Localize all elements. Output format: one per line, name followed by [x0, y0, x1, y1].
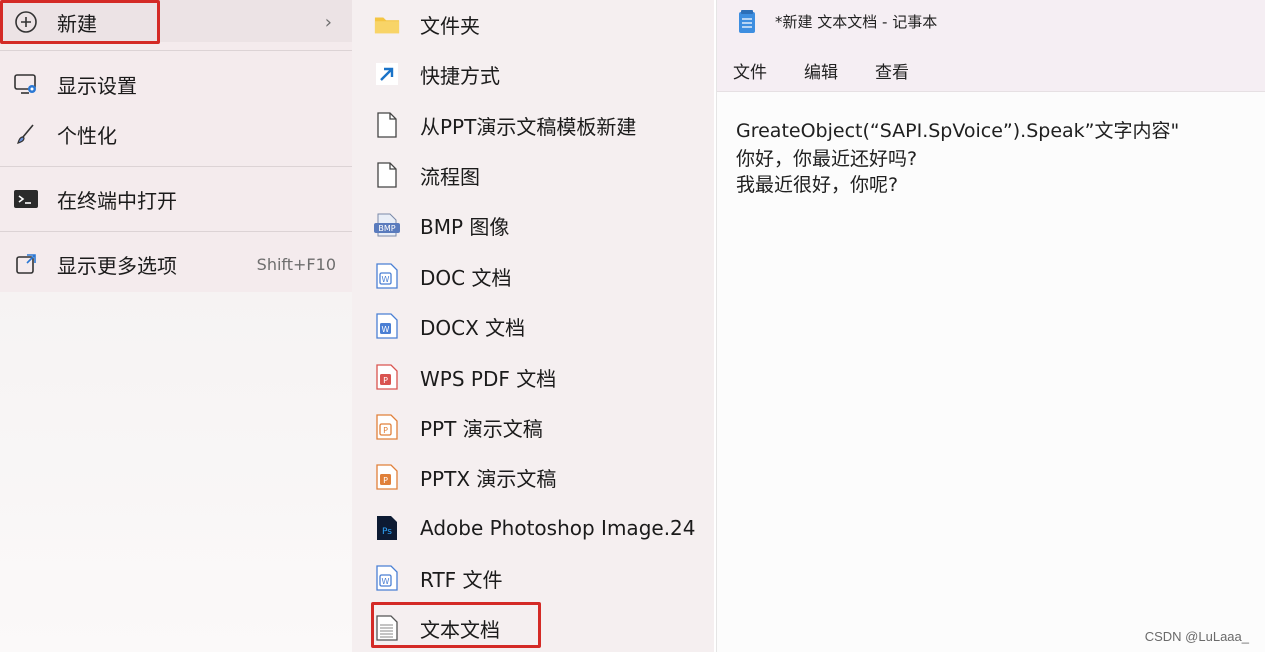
svg-text:W: W: [382, 275, 390, 284]
submenu-item-label: PPTX 演示文稿: [420, 466, 557, 491]
menu-item-display-settings[interactable]: 显示设置: [0, 62, 352, 106]
wps-pptx-icon: P: [374, 464, 400, 490]
wps-pdf-icon: P: [374, 364, 400, 390]
menu-bar: 文件 编辑 查看: [717, 44, 1265, 92]
submenu-item-label: DOCX 文档: [420, 315, 526, 340]
plus-circle-icon: [13, 9, 39, 35]
divider: [0, 166, 352, 167]
rtf-icon: W: [374, 565, 400, 591]
chevron-right-icon: ›: [324, 11, 332, 33]
submenu-item-label: 文本文档: [420, 617, 500, 642]
menu-item-new[interactable]: 新建 ›: [0, 0, 352, 44]
submenu-item-label: RTF 文件: [420, 567, 503, 592]
menu-item-label: 显示设置: [57, 73, 137, 98]
blank-file-icon: [374, 162, 400, 188]
svg-text:P: P: [383, 376, 388, 385]
menu-view[interactable]: 查看: [875, 58, 909, 83]
submenu-item-label: Adobe Photoshop Image.24: [420, 516, 696, 540]
menu-edit[interactable]: 编辑: [804, 58, 838, 83]
submenu-item-label: 从PPT演示文稿模板新建: [420, 114, 637, 139]
submenu-item-label: BMP 图像: [420, 214, 510, 239]
svg-text:P: P: [383, 426, 388, 435]
submenu-item-bmp[interactable]: BMP BMP 图像: [352, 201, 714, 249]
more-options-icon: [13, 251, 39, 277]
menu-item-open-in-terminal[interactable]: 在终端中打开: [0, 177, 352, 221]
watermark: CSDN @LuLaaa_: [1144, 629, 1249, 644]
editor-line: 我最近很好，你呢?: [736, 174, 899, 196]
context-menu: 新建 › 显示设置 个性化 在终端中打开 显示更多选项 Shift+F10: [0, 0, 352, 292]
divider: [0, 231, 352, 232]
submenu-item-docx[interactable]: W DOCX 文档: [352, 302, 714, 350]
menu-item-label: 新建: [57, 11, 97, 36]
submenu-item-ppt-template[interactable]: 从PPT演示文稿模板新建: [352, 101, 714, 149]
new-submenu: 文件夹 快捷方式 从PPT演示文稿模板新建 流程图 BMP BMP 图像 W D…: [352, 0, 714, 652]
folder-icon: [374, 11, 400, 37]
svg-text:W: W: [382, 577, 390, 586]
display-settings-icon: [13, 71, 39, 97]
window-title: *新建 文本文档 - 记事本: [775, 13, 938, 31]
desktop-background: [0, 292, 352, 652]
menu-item-label: 个性化: [57, 123, 117, 148]
shortcut-arrow-icon: [374, 61, 400, 87]
wps-docx-icon: W: [374, 313, 400, 339]
submenu-item-label: PPT 演示文稿: [420, 416, 543, 441]
terminal-icon: [13, 186, 39, 212]
divider: [0, 50, 352, 51]
svg-text:Ps: Ps: [382, 527, 392, 537]
wps-doc-icon: W: [374, 263, 400, 289]
menu-item-show-more-options[interactable]: 显示更多选项 Shift+F10: [0, 242, 352, 286]
menu-file[interactable]: 文件: [733, 58, 767, 83]
shortcut-hint: Shift+F10: [256, 254, 336, 274]
submenu-item-photoshop[interactable]: Ps Adobe Photoshop Image.24: [352, 504, 714, 552]
photoshop-icon: Ps: [374, 515, 400, 541]
submenu-item-flowchart[interactable]: 流程图: [352, 151, 714, 199]
submenu-item-wps-pdf[interactable]: P WPS PDF 文档: [352, 353, 714, 401]
svg-text:P: P: [383, 476, 388, 485]
svg-text:BMP: BMP: [378, 224, 395, 233]
submenu-item-ppt[interactable]: P PPT 演示文稿: [352, 403, 714, 451]
submenu-item-label: 快捷方式: [420, 63, 500, 88]
editor-line: GreateObject(“SAPI.SpVoice”).Speak”文字内容": [736, 120, 1180, 142]
notepad-icon: [738, 9, 756, 34]
notepad-window: *新建 文本文档 - 记事本 文件 编辑 查看 GreateObject(“SA…: [716, 0, 1265, 652]
menu-item-personalize[interactable]: 个性化: [0, 112, 352, 156]
submenu-item-doc[interactable]: W DOC 文档: [352, 252, 714, 300]
submenu-item-label: DOC 文档: [420, 265, 512, 290]
bmp-icon: BMP: [374, 212, 400, 238]
submenu-item-text-document[interactable]: 文本文档: [352, 604, 714, 652]
text-editor[interactable]: GreateObject(“SAPI.SpVoice”).Speak”文字内容"…: [717, 92, 1265, 652]
wps-ppt-icon: P: [374, 414, 400, 440]
submenu-item-label: 流程图: [420, 164, 480, 189]
editor-line: 你好，你最近还好吗?: [736, 148, 918, 170]
menu-item-label: 显示更多选项: [57, 253, 177, 278]
brush-icon: [13, 121, 39, 147]
text-document-icon: [374, 615, 400, 641]
submenu-item-shortcut[interactable]: 快捷方式: [352, 50, 714, 98]
title-bar[interactable]: *新建 文本文档 - 记事本: [717, 0, 1265, 44]
menu-item-label: 在终端中打开: [57, 188, 177, 213]
svg-text:W: W: [382, 325, 390, 334]
submenu-item-label: WPS PDF 文档: [420, 366, 557, 391]
blank-file-icon: [374, 112, 400, 138]
submenu-item-rtf[interactable]: W RTF 文件: [352, 554, 714, 602]
submenu-item-folder[interactable]: 文件夹: [352, 0, 714, 48]
submenu-item-label: 文件夹: [420, 13, 480, 38]
submenu-item-pptx[interactable]: P PPTX 演示文稿: [352, 453, 714, 501]
